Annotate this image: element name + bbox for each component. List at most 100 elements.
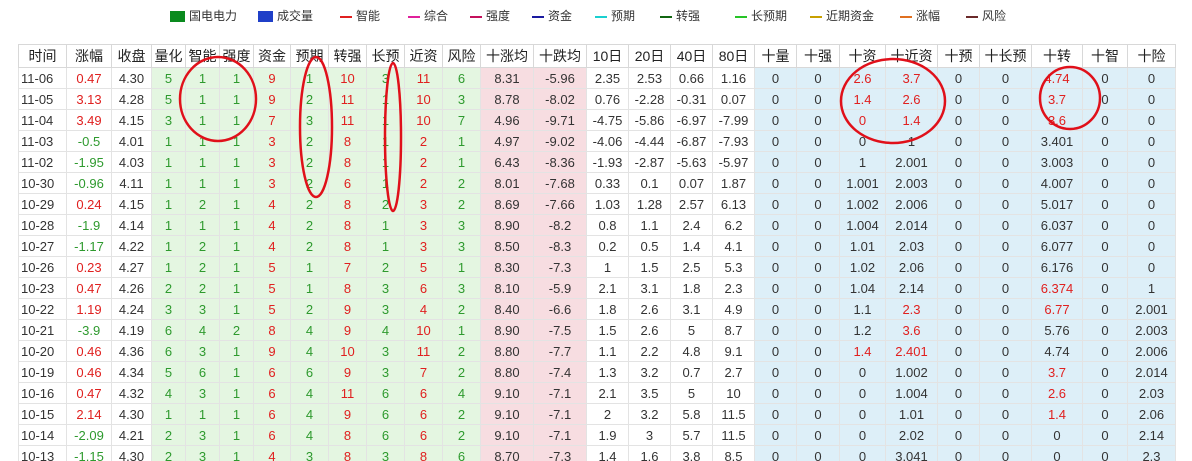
column-header[interactable]: 10日 [586,44,629,68]
table-cell: 0 [1031,445,1083,461]
column-header[interactable]: 十资 [839,44,886,68]
table-cell: 0 [979,298,1032,320]
table-cell: 0 [937,67,980,89]
table-cell: 1 [185,151,220,173]
table-cell: -6.6 [533,298,587,320]
column-header[interactable]: 涨幅 [66,44,112,68]
table-cell: 11 [404,340,443,362]
column-header[interactable]: 十近资 [885,44,938,68]
column-header[interactable]: 长预 [366,44,405,68]
table-cell: -7.93 [712,130,755,152]
table-cell: 8.69 [480,193,534,215]
table-cell: 2.06 [1127,403,1176,425]
table-cell: 3 [442,235,481,257]
table-row[interactable]: 10-16 0.47 4.32 4 3 1 6 4 11 6 6 4 9.10 -7.1 2.1 3.5 5 10… [18,382,1176,404]
table-cell: 4.34 [111,361,152,383]
table-cell: 0 [796,256,840,278]
table-row[interactable]: 10-28 -1.9 4.14 1 1 1 4 2 8 1 3 3 8.90 -8.2 0.8 1.1 2.4 6… [18,214,1176,236]
table-cell: 0 [979,67,1032,89]
table-cell: 4.36 [111,340,152,362]
table-cell: 3 [366,67,405,89]
table-cell: 1.4 [839,340,886,362]
table-cell: 0 [1082,256,1128,278]
table-cell: 8 [328,235,367,257]
table-cell: 1 [151,214,186,236]
table-cell: 3.6 [885,319,938,341]
table-cell: 4.22 [111,235,152,257]
table-cell: 8.31 [480,67,534,89]
table-cell: 0.07 [670,172,713,194]
table-cell: 8 [328,130,367,152]
column-header[interactable]: 十长预 [979,44,1032,68]
table-cell: 1 [185,67,220,89]
table-row[interactable]: 10-21 -3.9 4.19 6 4 2 8 4 9 4 10 1 8.90 -7.5 1.5 2.6 5 8.… [18,319,1176,341]
table-cell: 3 [151,298,186,320]
column-header[interactable]: 资金 [253,44,291,68]
table-cell: -7.1 [533,403,587,425]
table-cell: 0 [1082,235,1128,257]
table-row[interactable]: 10-13 -1.15 4.30 2 3 1 4 3 8 3 8 6 8.70 -7.3 1.4 1.6 3.8… [18,445,1176,461]
table-row[interactable]: 10-29 0.24 4.15 1 2 1 4 2 8 2 3 2 8.69 -7.66 1.03 1.28 2… [18,193,1176,215]
column-header[interactable]: 40日 [670,44,713,68]
table-cell: 0 [1082,88,1128,110]
table-cell: -7.99 [712,109,755,131]
table-row[interactable]: 10-27 -1.17 4.22 1 2 1 4 2 8 1 3 3 8.50 -8.3 0.2 0.5 1.4… [18,235,1176,257]
table-cell: 1.4 [839,88,886,110]
table-cell: 2 [366,256,405,278]
table-cell: 9 [328,298,367,320]
column-header[interactable]: 20日 [628,44,671,68]
table-cell: 10 [404,88,443,110]
table-row[interactable]: 11-06 0.47 4.30 5 1 1 9 1 10 3 11 6 8.31 -5.96 2.35 2.5… [18,67,1176,89]
column-header[interactable]: 收盘 [111,44,152,68]
table-row[interactable]: 10-14 -2.09 4.21 2 3 1 6 4 8 6 6 2 9.10 -7.1 1.9 3 5.7 11… [18,424,1176,446]
table-row[interactable]: 10-15 2.14 4.30 1 1 1 6 4 9 6 6 2 9.10 -7.1 2 3.2 5.8 11.… [18,403,1176,425]
table-row[interactable]: 10-26 0.23 4.27 1 2 1 5 1 7 2 5 1 8.30 -7.3 1 1.5 2.5 5.3… [18,256,1176,278]
table-row[interactable]: 11-03 -0.5 4.01 1 1 1 3 2 8 1 2 1 4.97 -9.02 -4.06 -4.4… [18,130,1176,152]
column-header[interactable]: 80日 [712,44,755,68]
table-cell: 2.03 [885,235,938,257]
table-cell: 0 [979,235,1032,257]
table-cell: 0 [839,361,886,383]
table-row[interactable]: 10-20 0.46 4.36 6 3 1 9 4 10 3 11 2 8.80 -7.7 1.1 2.2 4.… [18,340,1176,362]
table-cell: 4.30 [111,403,152,425]
column-header[interactable]: 十强 [796,44,840,68]
column-header[interactable]: 强度 [219,44,254,68]
table-cell: 0.46 [66,361,112,383]
column-header[interactable]: 十智 [1082,44,1128,68]
table-cell: 6.13 [712,193,755,215]
column-header[interactable]: 风险 [442,44,481,68]
column-header[interactable]: 转强 [328,44,367,68]
table-cell: 0 [937,277,980,299]
column-header[interactable]: 时间 [18,44,67,68]
table-cell: 1.04 [839,277,886,299]
table-row[interactable]: 10-22 1.19 4.24 3 3 1 5 2 9 3 4 2 8.40 -6.6 1.8 2.6 3.1 4… [18,298,1176,320]
table-row[interactable]: 10-30 -0.96 4.11 1 1 1 3 2 6 1 2 2 8.01 -7.68 0.33 0.1 0… [18,172,1176,194]
table-cell: 1.5 [628,256,671,278]
table-row[interactable]: 10-19 0.46 4.34 5 6 1 6 6 9 3 7 2 8.80 -7.4 1.3 3.2 0.7 2… [18,361,1176,383]
column-header[interactable]: 十量 [754,44,797,68]
table-cell: 9 [328,403,367,425]
legend-label: 智能 [356,9,381,23]
column-header[interactable]: 十涨均 [480,44,534,68]
column-header[interactable]: 十跌均 [533,44,587,68]
legend-item: 成交量 [258,8,313,24]
table-cell: 6.43 [480,151,534,173]
column-header[interactable]: 预期 [290,44,329,68]
table-cell: 10-29 [18,193,67,215]
column-header[interactable]: 十险 [1127,44,1176,68]
table-row[interactable]: 10-23 0.47 4.26 2 2 1 5 1 8 3 6 3 8.10 -5.9 2.1 3.1 1.8 2… [18,277,1176,299]
column-header[interactable]: 智能 [185,44,220,68]
table-cell: -2.28 [628,88,671,110]
table-cell: 4 [442,382,481,404]
table-row[interactable]: 11-04 3.49 4.15 3 1 1 7 3 11 1 10 7 4.96 -9.71 -4.75 -5… [18,109,1176,131]
column-header[interactable]: 十预 [937,44,980,68]
table-cell: 0 [1127,88,1176,110]
table-cell: -8.3 [533,235,587,257]
table-row[interactable]: 11-02 -1.95 4.03 1 1 1 3 2 8 1 2 1 6.43 -8.36 -1.93 -2.… [18,151,1176,173]
column-header[interactable]: 十转 [1031,44,1083,68]
table-row[interactable]: 11-05 3.13 4.28 5 1 1 9 2 11 1 10 3 8.78 -8.02 0.76 -2.… [18,88,1176,110]
column-header[interactable]: 近资 [404,44,443,68]
table-cell: 2 [185,256,220,278]
table-cell: 0 [839,403,886,425]
column-header[interactable]: 量化 [151,44,186,68]
